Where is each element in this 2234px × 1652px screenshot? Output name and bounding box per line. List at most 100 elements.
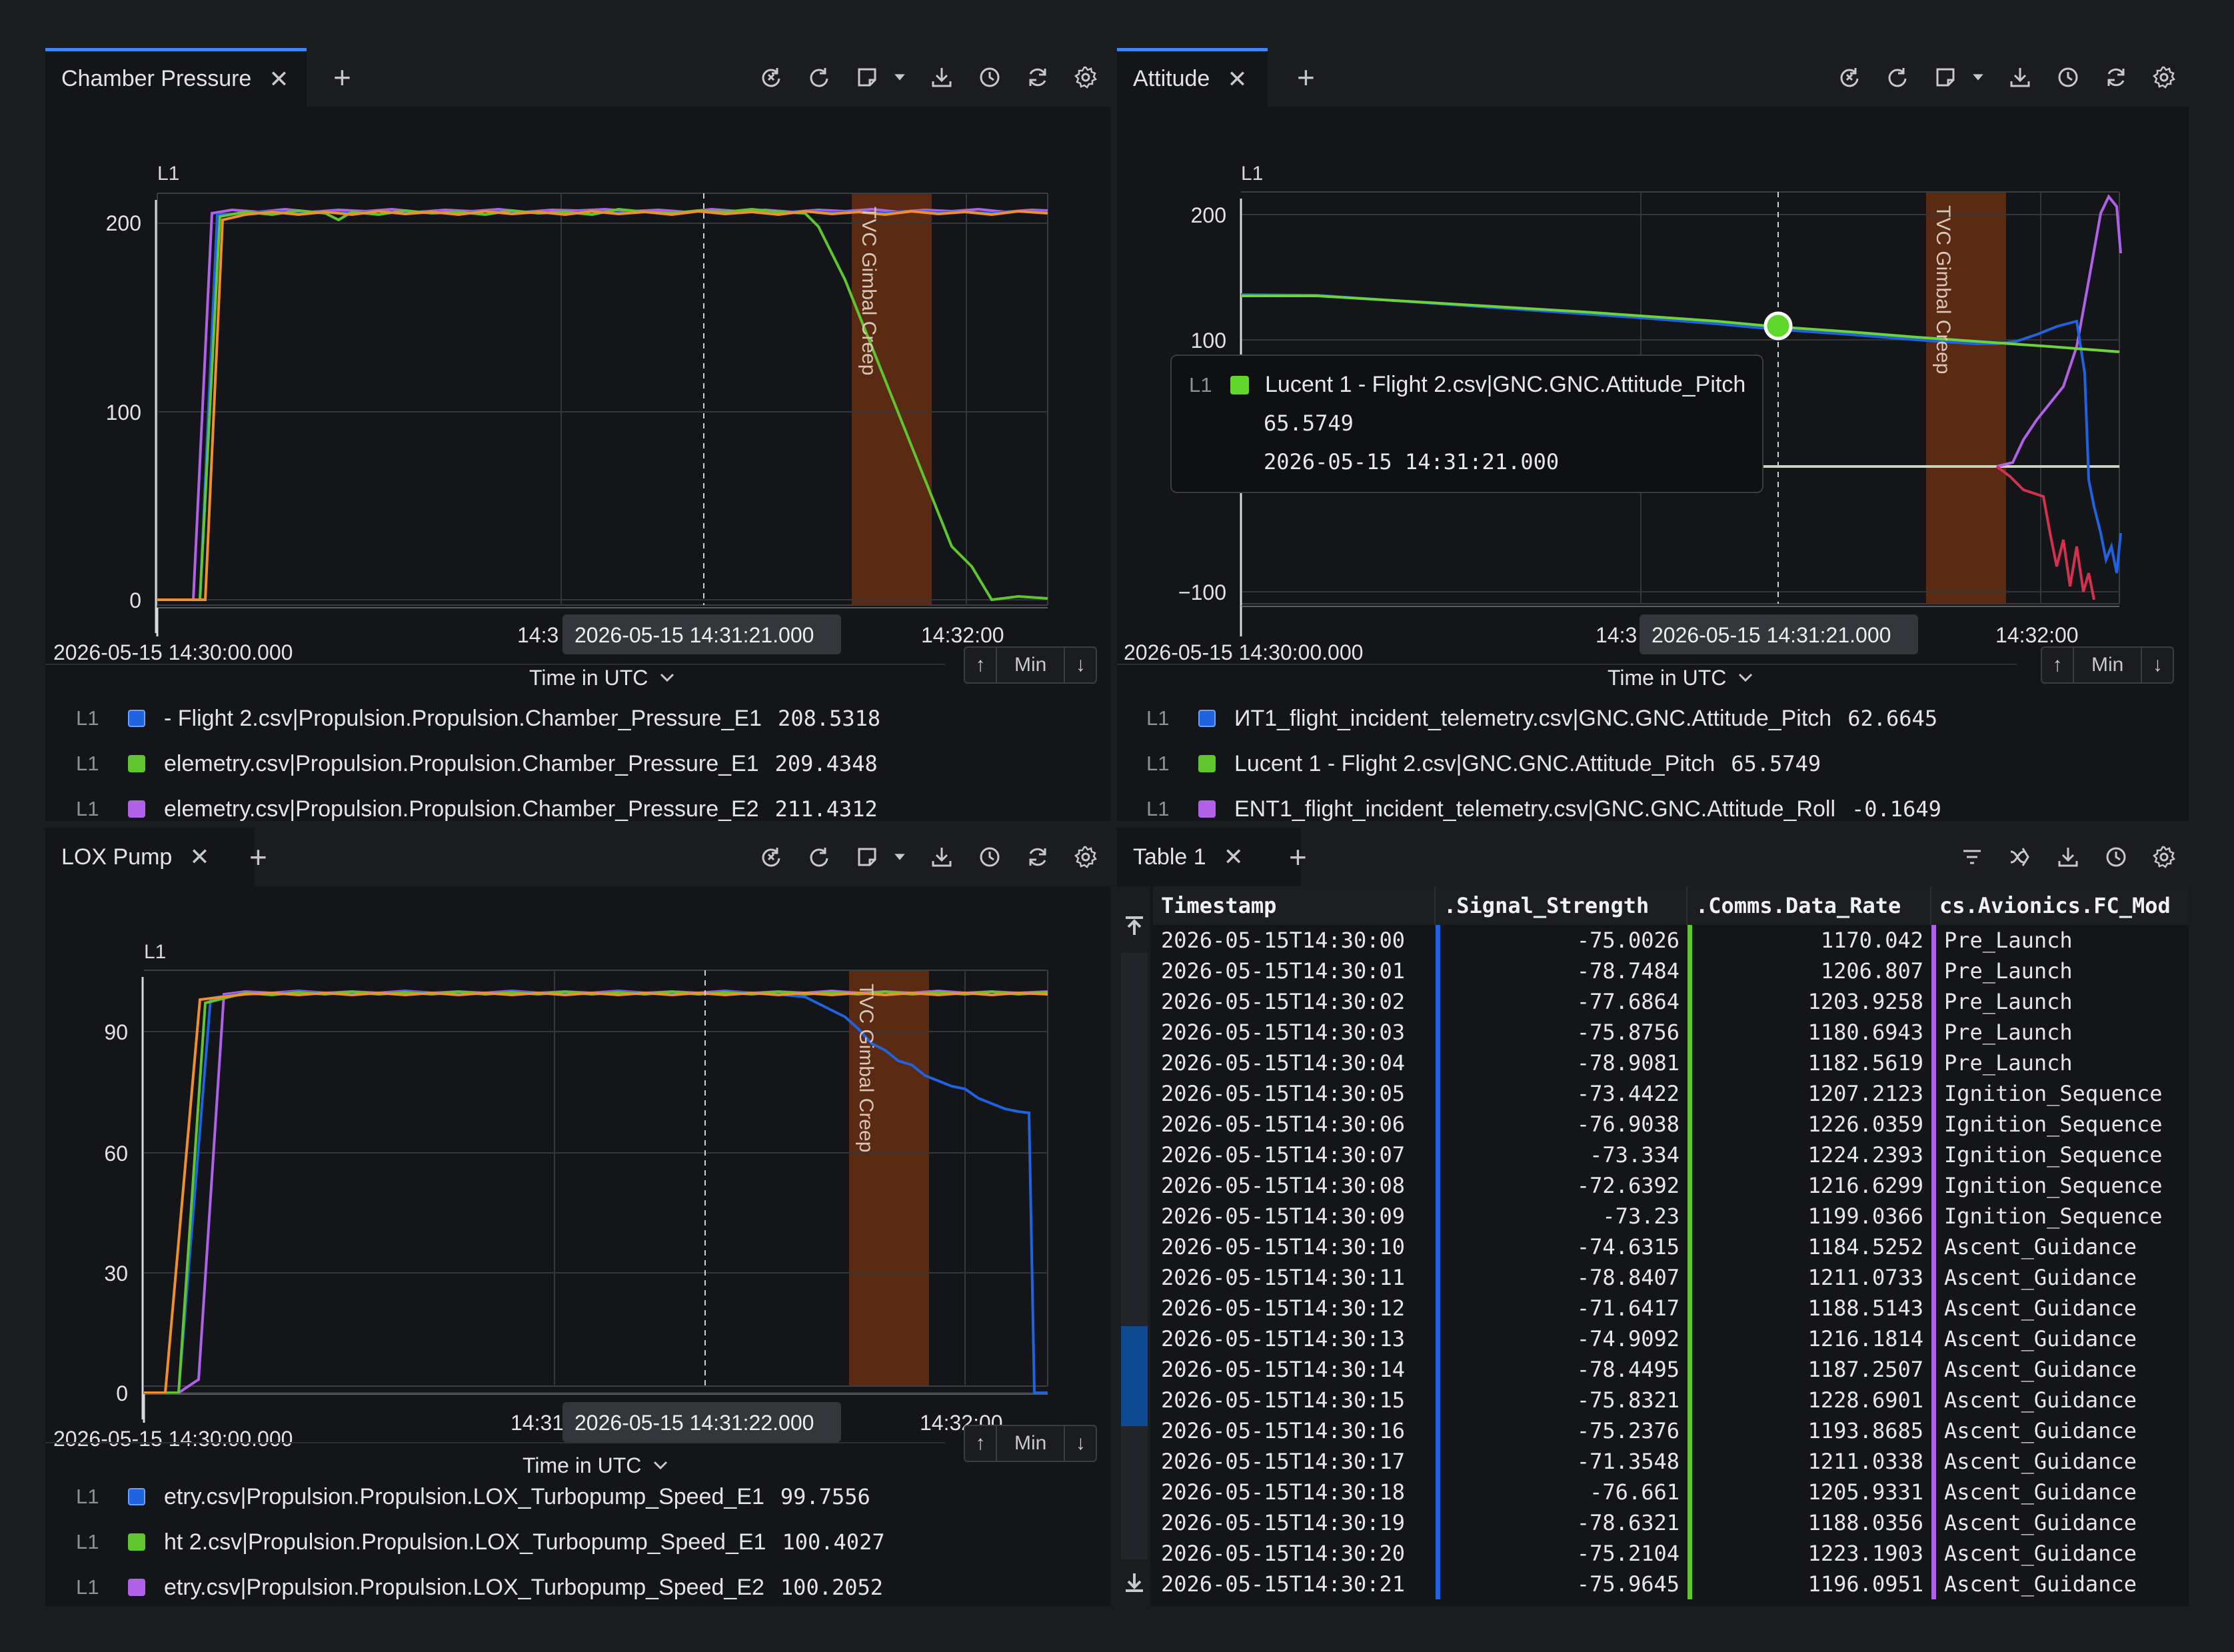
legend-item[interactable]: L1 Lucent 1 - Flight 2.csv|GNC.GNC.Attit… [1117, 742, 1821, 785]
refresh-icon[interactable] [1022, 62, 1053, 93]
note-icon[interactable] [1930, 62, 1961, 93]
signal-strength-cell[interactable]: -75.2376 [1436, 1415, 1687, 1446]
settings-icon[interactable] [2149, 842, 2179, 872]
note-icon[interactable] [852, 842, 882, 872]
timestamp-cell[interactable]: 2026-05-15T14:30:17 [1153, 1446, 1436, 1477]
data-rate-cell[interactable]: 1180.6943 [1687, 1017, 1931, 1048]
signal-strength-cell[interactable]: -71.6417 [1436, 1293, 1687, 1323]
chevron-down-icon[interactable] [1738, 673, 1753, 682]
legend-swatch[interactable] [128, 710, 145, 727]
timestamp-cell[interactable]: 2026-05-15T14:30:14 [1153, 1354, 1436, 1385]
refresh-icon[interactable] [1022, 842, 1053, 872]
tab-chamber-pressure[interactable]: Chamber Pressure ✕ [45, 48, 307, 107]
min-label[interactable]: Min [996, 648, 1066, 682]
hover-marker[interactable] [1763, 311, 1793, 341]
data-rate-cell[interactable]: 1216.1814 [1687, 1323, 1931, 1354]
timestamp-cell[interactable]: 2026-05-15T14:30:07 [1153, 1140, 1436, 1170]
legend-item[interactable]: L1 etry.csv|Propulsion.Propulsion.LOX_Tu… [45, 1475, 870, 1518]
transform-icon[interactable] [2005, 842, 2035, 872]
close-icon[interactable]: ✕ [189, 843, 209, 871]
legend-item[interactable]: L1 elemetry.csv|Propulsion.Propulsion.Ch… [45, 742, 878, 785]
signal-strength-cell[interactable]: -75.0026 [1436, 925, 1687, 956]
legend-swatch[interactable] [1198, 755, 1216, 772]
caret-down-icon[interactable] [890, 842, 909, 872]
data-rate-cell[interactable]: 1216.6299 [1687, 1170, 1931, 1201]
fc-mode-cell[interactable]: Ascent_Guidance [1931, 1262, 2189, 1293]
timestamp-cell[interactable]: 2026-05-15T14:30:18 [1153, 1477, 1436, 1507]
x-axis-label[interactable]: Time in UTC [523, 1453, 641, 1477]
data-rate-cell[interactable]: 1205.9331 [1687, 1477, 1931, 1507]
close-icon[interactable]: ✕ [269, 65, 289, 93]
signal-strength-cell[interactable]: -72.6392 [1436, 1170, 1687, 1201]
fc-mode-cell[interactable]: Ascent_Guidance [1931, 1507, 2189, 1538]
fc-mode-cell[interactable]: Pre_Launch [1931, 1048, 2189, 1078]
legend-item[interactable]: L1 etry.csv|Propulsion.Propulsion.LOX_Tu… [45, 1566, 883, 1606]
table-row[interactable]: 2026-05-15T14:30:10 -74.6315 1184.5252 Asce… [1153, 1232, 2189, 1262]
timestamp-cell[interactable]: 2026-05-15T14:30:10 [1153, 1232, 1436, 1262]
table-row[interactable]: 2026-05-15T14:30:20 -75.2104 1223.1903 Asce… [1153, 1538, 2189, 1569]
timestamp-cell[interactable]: 2026-05-15T14:30:12 [1153, 1293, 1436, 1323]
data-rate-cell[interactable]: 1211.0733 [1687, 1262, 1931, 1293]
signal-strength-cell[interactable]: -74.9092 [1436, 1323, 1687, 1354]
settings-icon[interactable] [1070, 842, 1101, 872]
signal-strength-cell[interactable]: -78.4495 [1436, 1354, 1687, 1385]
caret-down-icon[interactable] [890, 62, 909, 93]
timestamp-cell[interactable]: 2026-05-15T14:30:02 [1153, 986, 1436, 1017]
arrow-up-icon[interactable]: ↑ [965, 1426, 996, 1461]
timestamp-cell[interactable]: 2026-05-15T14:30:20 [1153, 1538, 1436, 1569]
timestamp-cell[interactable]: 2026-05-15T14:30:11 [1153, 1262, 1436, 1293]
legend-item[interactable]: L1 ht 2.csv|Propulsion.Propulsion.LOX_Tu… [45, 1521, 885, 1563]
history-icon[interactable] [974, 62, 1005, 93]
table-row[interactable]: 2026-05-15T14:30:06 -76.9038 1226.0359 Igni… [1153, 1109, 2189, 1140]
legend-item[interactable]: L1 ИT1_flight_incident_telemetry.csv|GNC… [1117, 697, 1937, 740]
timestamp-cell[interactable]: 2026-05-15T14:30:19 [1153, 1507, 1436, 1538]
column-header-signal-strength[interactable]: .Signal_Strength [1436, 886, 1687, 925]
fc-mode-cell[interactable]: Pre_Launch [1931, 956, 2189, 986]
settings-icon[interactable] [2149, 62, 2179, 93]
signal-strength-cell[interactable]: -73.334 [1436, 1140, 1687, 1170]
timestamp-cell[interactable]: 2026-05-15T14:30:01 [1153, 956, 1436, 986]
lox-pump-chart[interactable]: L1 90 60 30 0 TVC Gimbal Creep 2026-05-1… [45, 886, 1110, 1486]
min-selector[interactable]: ↑ Min ↓ [964, 646, 1098, 684]
table-row[interactable]: 2026-05-15T14:30:04 -78.9081 1182.5619 Pre_… [1153, 1048, 2189, 1078]
table-row[interactable]: 2026-05-15T14:30:12 -71.6417 1188.5143 Asce… [1153, 1293, 2189, 1323]
fc-mode-cell[interactable]: Ascent_Guidance [1931, 1446, 2189, 1477]
table-row[interactable]: 2026-05-15T14:30:01 -78.7484 1206.807 Pre_L… [1153, 956, 2189, 986]
legend-swatch[interactable] [128, 800, 145, 818]
history-icon[interactable] [2053, 62, 2083, 93]
refresh-icon[interactable] [2101, 62, 2131, 93]
fc-mode-cell[interactable]: Ascent_Guidance [1931, 1477, 2189, 1507]
signal-strength-cell[interactable]: -76.661 [1436, 1477, 1687, 1507]
data-rate-cell[interactable]: 1211.0338 [1687, 1446, 1931, 1477]
timestamp-cell[interactable]: 2026-05-15T14:30:16 [1153, 1415, 1436, 1446]
data-rate-cell[interactable]: 1228.6901 [1687, 1385, 1931, 1415]
data-rate-cell[interactable]: 1223.1903 [1687, 1538, 1931, 1569]
arrow-down-icon[interactable]: ↓ [1065, 1426, 1096, 1461]
redo-icon[interactable] [804, 842, 834, 872]
download-icon[interactable] [2005, 62, 2035, 93]
signal-strength-cell[interactable]: -74.6315 [1436, 1232, 1687, 1262]
arrow-down-icon[interactable]: ↓ [2142, 648, 2173, 682]
arrow-down-icon[interactable]: ↓ [1065, 648, 1096, 682]
signal-strength-cell[interactable]: -78.9081 [1436, 1048, 1687, 1078]
table-row[interactable]: 2026-05-15T14:30:05 -73.4422 1207.2123 Igni… [1153, 1078, 2189, 1109]
legend-item[interactable]: L1 ΕNT1_flight_incident_telemetry.csv|GN… [1117, 788, 1941, 822]
chevron-down-icon[interactable] [660, 673, 674, 682]
zoom-reset-icon[interactable] [756, 62, 786, 93]
data-rate-cell[interactable]: 1203.9258 [1687, 986, 1931, 1017]
signal-strength-cell[interactable]: -78.6321 [1436, 1507, 1687, 1538]
data-rate-cell[interactable]: 1226.0359 [1687, 1109, 1931, 1140]
data-rate-cell[interactable]: 1170.042 [1687, 925, 1931, 956]
table-row[interactable]: 2026-05-15T14:30:09 -73.23 1199.0366 Igniti… [1153, 1201, 2189, 1232]
fc-mode-cell[interactable]: Pre_Launch [1931, 925, 2189, 956]
timestamp-cell[interactable]: 2026-05-15T14:30:08 [1153, 1170, 1436, 1201]
timestamp-cell[interactable]: 2026-05-15T14:30:13 [1153, 1323, 1436, 1354]
x-axis-label[interactable]: Time in UTC [1608, 666, 1726, 690]
fc-mode-cell[interactable]: Ignition_Sequence [1931, 1201, 2189, 1232]
table-row[interactable]: 2026-05-15T14:30:00 -75.0026 1170.042 Pre_L… [1153, 925, 2189, 956]
data-rate-cell[interactable]: 1188.5143 [1687, 1293, 1931, 1323]
timestamp-cell[interactable]: 2026-05-15T14:30:21 [1153, 1569, 1436, 1599]
fc-mode-cell[interactable]: Ascent_Guidance [1931, 1385, 2189, 1415]
signal-strength-cell[interactable]: -75.9645 [1436, 1569, 1687, 1599]
legend-item[interactable]: L1 elemetry.csv|Propulsion.Propulsion.Ch… [45, 788, 878, 822]
